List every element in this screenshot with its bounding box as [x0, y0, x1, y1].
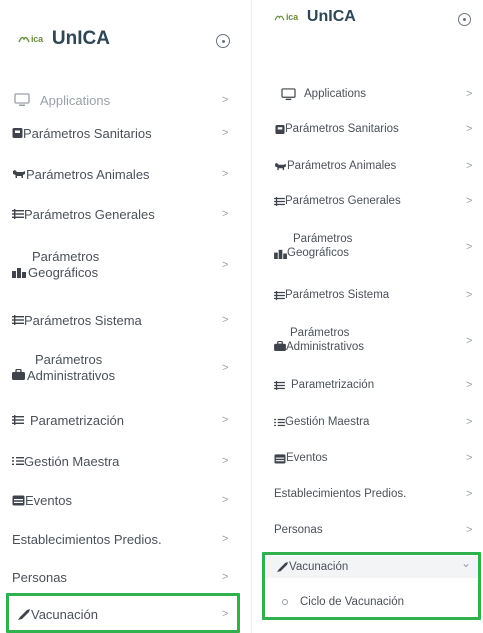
sidebar-item-parametros-sistema[interactable]: Parámetros Sistema > — [256, 286, 483, 304]
chevron-right-icon: > — [466, 379, 473, 391]
chevron-right-icon: > — [222, 208, 229, 220]
sidebar-menu-expanded: Applications > Parámetros Sanitarios > P… — [256, 0, 483, 633]
chevron-right-icon: > — [466, 335, 473, 347]
chevron-right-icon: > — [222, 168, 229, 180]
monitor-icon — [12, 93, 32, 107]
highlight-box-vacunacion — [6, 593, 240, 633]
sidebar-item-parametros-geograficos[interactable]: Parámetros Geográficos > — [256, 228, 483, 266]
sidebar-item-establecimientos-predios[interactable]: Establecimientos Predios. > — [256, 485, 483, 503]
chevron-right-icon: > — [222, 94, 229, 106]
chevron-right-icon: > — [222, 494, 229, 506]
sidebar-item-parametros-geograficos[interactable]: Parámetros Geográficos > — [0, 245, 248, 285]
chevron-right-icon: > — [466, 123, 473, 135]
sidebar-item-parametros-generales[interactable]: Parámetros Generales > — [0, 204, 248, 224]
brand: ica UnICA — [18, 28, 110, 50]
checklist-icon — [274, 418, 285, 427]
chevron-right-icon: > — [466, 241, 473, 253]
sidebar-item-parametros-animales[interactable]: Parámetros Animales > — [0, 164, 248, 184]
list-icon — [274, 290, 285, 300]
sidebar-item-personas[interactable]: Personas > — [256, 521, 483, 539]
brand-title: UnICA — [51, 28, 110, 49]
chevron-right-icon: > — [222, 533, 229, 545]
sidebar-item-parametrizacion[interactable]: Parametrización > — [0, 410, 248, 430]
cow-icon — [274, 162, 287, 171]
sidebar-item-parametros-generales[interactable]: Parámetros Generales > — [256, 192, 483, 210]
chevron-right-icon: > — [466, 88, 473, 100]
checklist-icon — [12, 456, 24, 466]
clipboard-icon — [274, 124, 285, 135]
sidebar-toggle-icon[interactable] — [216, 34, 230, 48]
calendar-icon — [274, 453, 286, 464]
highlight-box-vacunacion-expanded — [262, 552, 481, 620]
chevron-right-icon: > — [466, 195, 473, 207]
buildings-icon — [12, 266, 26, 278]
chevron-right-icon: > — [466, 160, 473, 172]
briefcase-icon — [12, 368, 25, 380]
chevron-right-icon: > — [222, 455, 229, 467]
briefcase-icon — [274, 341, 286, 351]
list-icon — [12, 315, 24, 325]
sidebar-item-parametros-sistema[interactable]: Parámetros Sistema > — [0, 310, 248, 330]
sidebar-item-eventos[interactable]: Eventos > — [0, 490, 248, 510]
chevron-right-icon: > — [222, 259, 229, 271]
chevron-right-icon: > — [466, 452, 473, 464]
sidebar-item-parametrizacion[interactable]: Parametrización > — [256, 376, 483, 394]
sidebar-item-parametros-sanitarios[interactable]: Parámetros Sanitarios > — [256, 120, 483, 138]
list-icon — [12, 209, 24, 219]
chevron-right-icon: > — [466, 289, 473, 301]
chevron-right-icon: > — [466, 488, 473, 500]
sidebar-item-personas[interactable]: Personas > — [0, 567, 248, 587]
sidebar-item-applications[interactable]: Applications > — [0, 90, 248, 110]
chevron-right-icon: > — [466, 416, 473, 428]
chevron-right-icon: > — [222, 414, 229, 426]
sidebar-item-establecimientos-predios[interactable]: Establecimientos Predios. > — [0, 529, 248, 549]
logo-mark-icon — [18, 36, 30, 43]
sidebar-item-parametros-administrativos[interactable]: Parámetros Administrativos > — [0, 347, 248, 389]
calendar-icon — [12, 494, 25, 506]
chevron-right-icon: > — [466, 524, 473, 536]
chevron-right-icon: > — [222, 314, 229, 326]
cow-icon — [12, 169, 26, 179]
buildings-icon — [274, 248, 287, 259]
sidebar-collapsed: ica UnICA Applications > Parámetros Sani… — [0, 0, 252, 633]
brand-logo: ica — [18, 34, 43, 44]
monitor-icon — [280, 87, 296, 101]
chevron-right-icon: > — [222, 362, 229, 374]
list-icon — [274, 380, 285, 390]
sidebar-item-applications[interactable]: Applications > — [256, 85, 483, 103]
clipboard-icon — [12, 127, 23, 139]
sidebar-item-parametros-administrativos[interactable]: Parámetros Administrativos > — [256, 322, 483, 360]
sidebar-item-gestion-maestra[interactable]: Gestión Maestra > — [0, 451, 248, 471]
list-icon — [12, 415, 24, 425]
sidebar-item-gestion-maestra[interactable]: Gestión Maestra > — [256, 413, 483, 431]
sidebar-item-parametros-animales[interactable]: Parámetros Animales > — [256, 157, 483, 175]
sidebar-item-parametros-sanitarios[interactable]: Parámetros Sanitarios > — [0, 123, 248, 143]
chevron-right-icon: > — [222, 571, 229, 583]
list-icon — [274, 196, 285, 206]
sidebar-item-eventos[interactable]: Eventos > — [256, 449, 483, 467]
chevron-right-icon: > — [222, 127, 229, 139]
